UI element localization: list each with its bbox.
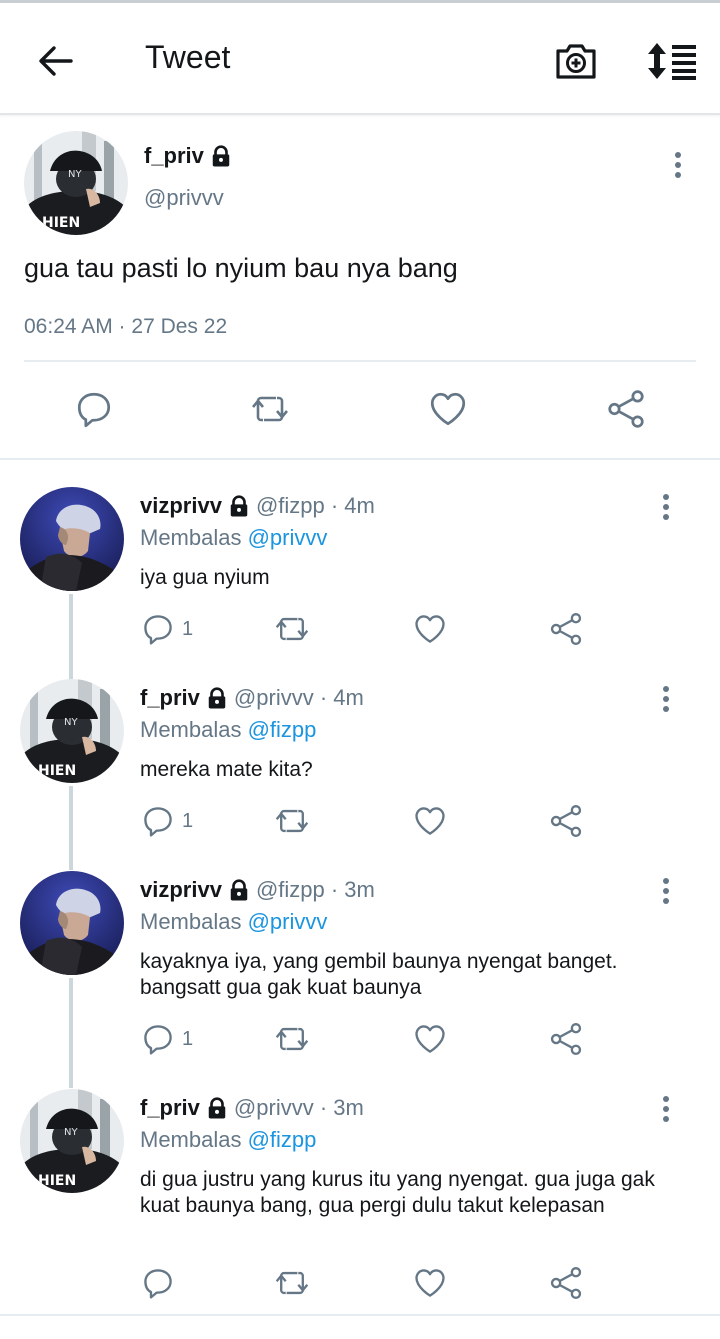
share-icon[interactable] (548, 801, 584, 841)
author-name[interactable]: f_priv (140, 685, 200, 711)
more-options-icon[interactable] (650, 491, 682, 523)
retweet-icon[interactable] (272, 609, 312, 649)
lock-icon (228, 495, 250, 517)
replying-to: Membalas @privvv (140, 525, 327, 551)
reply-header: vizprivv @fizpp · 3m (140, 877, 375, 903)
reply-header: f_priv @privvv · 3m (140, 1095, 364, 1121)
reply-count: 1 (182, 809, 194, 832)
more-options-icon[interactable] (662, 149, 694, 181)
reply-tweet[interactable]: f_priv @privvv · 4m Membalas @fizpp mere… (0, 679, 720, 839)
section-divider (0, 458, 720, 460)
like-icon[interactable] (412, 801, 448, 841)
replying-to: Membalas @privvv (140, 909, 327, 935)
lock-icon (210, 145, 232, 167)
tweet-text: gua tau pasti lo nyium bau nya bang (24, 253, 458, 283)
mention-link[interactable]: @fizpp (248, 1127, 317, 1152)
author-handle: @privvv (144, 185, 224, 210)
lock-icon (206, 687, 228, 709)
reply-tweet[interactable]: f_priv @privvv · 3m Membalas @fizpp di g… (0, 1089, 720, 1311)
reply-text: kayaknya iya, yang gembil baunya nyengat… (140, 950, 618, 999)
reply-icon[interactable] (72, 387, 116, 431)
replying-to: Membalas @fizpp (140, 717, 316, 743)
reply-icon (140, 1265, 176, 1301)
reply-text: di gua justru yang kurus itu yang nyenga… (140, 1168, 655, 1217)
author-name: f_priv (144, 143, 204, 168)
tweet-timestamp: 06:24 AM · 27 Des 22 (24, 315, 228, 338)
like-icon[interactable] (412, 1263, 448, 1303)
like-icon[interactable] (412, 609, 448, 649)
more-options-icon[interactable] (650, 875, 682, 907)
replying-prefix: Membalas (140, 1127, 248, 1152)
reply-text: mereka mate kita? (140, 758, 313, 781)
reply-icon (140, 611, 176, 647)
reply-tweet[interactable]: vizprivv @fizpp · 4m Membalas @privvv iy… (0, 487, 720, 647)
divider (0, 1314, 720, 1316)
reply-header: vizprivv @fizpp · 4m (140, 493, 375, 519)
replying-prefix: Membalas (140, 525, 248, 550)
like-icon[interactable] (412, 1019, 448, 1059)
avatar[interactable] (24, 131, 128, 235)
reply-tweet[interactable]: vizprivv @fizpp · 3m Membalas @privvv ka… (0, 871, 720, 1061)
lock-icon (228, 879, 250, 901)
lock-icon (206, 1097, 228, 1119)
avatar[interactable] (20, 487, 124, 591)
reply-count: 1 (182, 1027, 194, 1050)
reply-icon (140, 1021, 176, 1057)
reply-count: 1 (182, 617, 194, 640)
reply-button[interactable]: 1 (140, 609, 193, 649)
mention-link[interactable]: @privvv (248, 525, 328, 550)
reply-button[interactable] (140, 1263, 182, 1303)
replying-prefix: Membalas (140, 909, 248, 934)
retweet-icon[interactable] (272, 801, 312, 841)
author-handle-time: @privvv · 3m (233, 1095, 364, 1120)
divider (24, 360, 696, 362)
author-name[interactable]: vizprivv (140, 493, 222, 519)
share-icon[interactable] (548, 1019, 584, 1059)
author-name[interactable]: f_priv (140, 1095, 200, 1121)
main-tweet-author[interactable]: f_priv (144, 143, 232, 169)
more-options-icon[interactable] (650, 1093, 682, 1125)
app-bar: Tweet (0, 3, 720, 115)
author-handle-time: @privvv · 4m (233, 685, 364, 710)
author-handle-time: @fizpp · 4m (255, 493, 375, 518)
reply-icon (140, 803, 176, 839)
mention-link[interactable]: @privvv (248, 909, 328, 934)
avatar[interactable] (20, 679, 124, 783)
back-arrow-icon[interactable] (30, 35, 82, 87)
main-tweet: f_priv @privvv gua tau pasti lo nyium ba… (0, 117, 720, 460)
reply-button[interactable]: 1 (140, 801, 193, 841)
avatar[interactable] (20, 1089, 124, 1193)
reply-button[interactable]: 1 (140, 1019, 193, 1059)
camera-plus-icon[interactable] (550, 35, 602, 87)
share-icon[interactable] (604, 387, 648, 431)
author-handle-time: @fizpp · 3m (255, 877, 375, 902)
reply-header: f_priv @privvv · 4m (140, 685, 364, 711)
replying-prefix: Membalas (140, 717, 248, 742)
page-title: Tweet (145, 39, 231, 75)
author-name[interactable]: vizprivv (140, 877, 222, 903)
replying-to: Membalas @fizpp (140, 1127, 316, 1153)
retweet-icon[interactable] (272, 1263, 312, 1303)
retweet-icon[interactable] (272, 1019, 312, 1059)
share-icon[interactable] (548, 1263, 584, 1303)
sort-order-icon[interactable] (642, 35, 702, 87)
mention-link[interactable]: @fizpp (248, 717, 317, 742)
reply-text: iya gua nyium (140, 566, 270, 589)
share-icon[interactable] (548, 609, 584, 649)
more-options-icon[interactable] (650, 683, 682, 715)
retweet-icon[interactable] (248, 387, 292, 431)
like-icon[interactable] (426, 387, 470, 431)
avatar[interactable] (20, 871, 124, 975)
